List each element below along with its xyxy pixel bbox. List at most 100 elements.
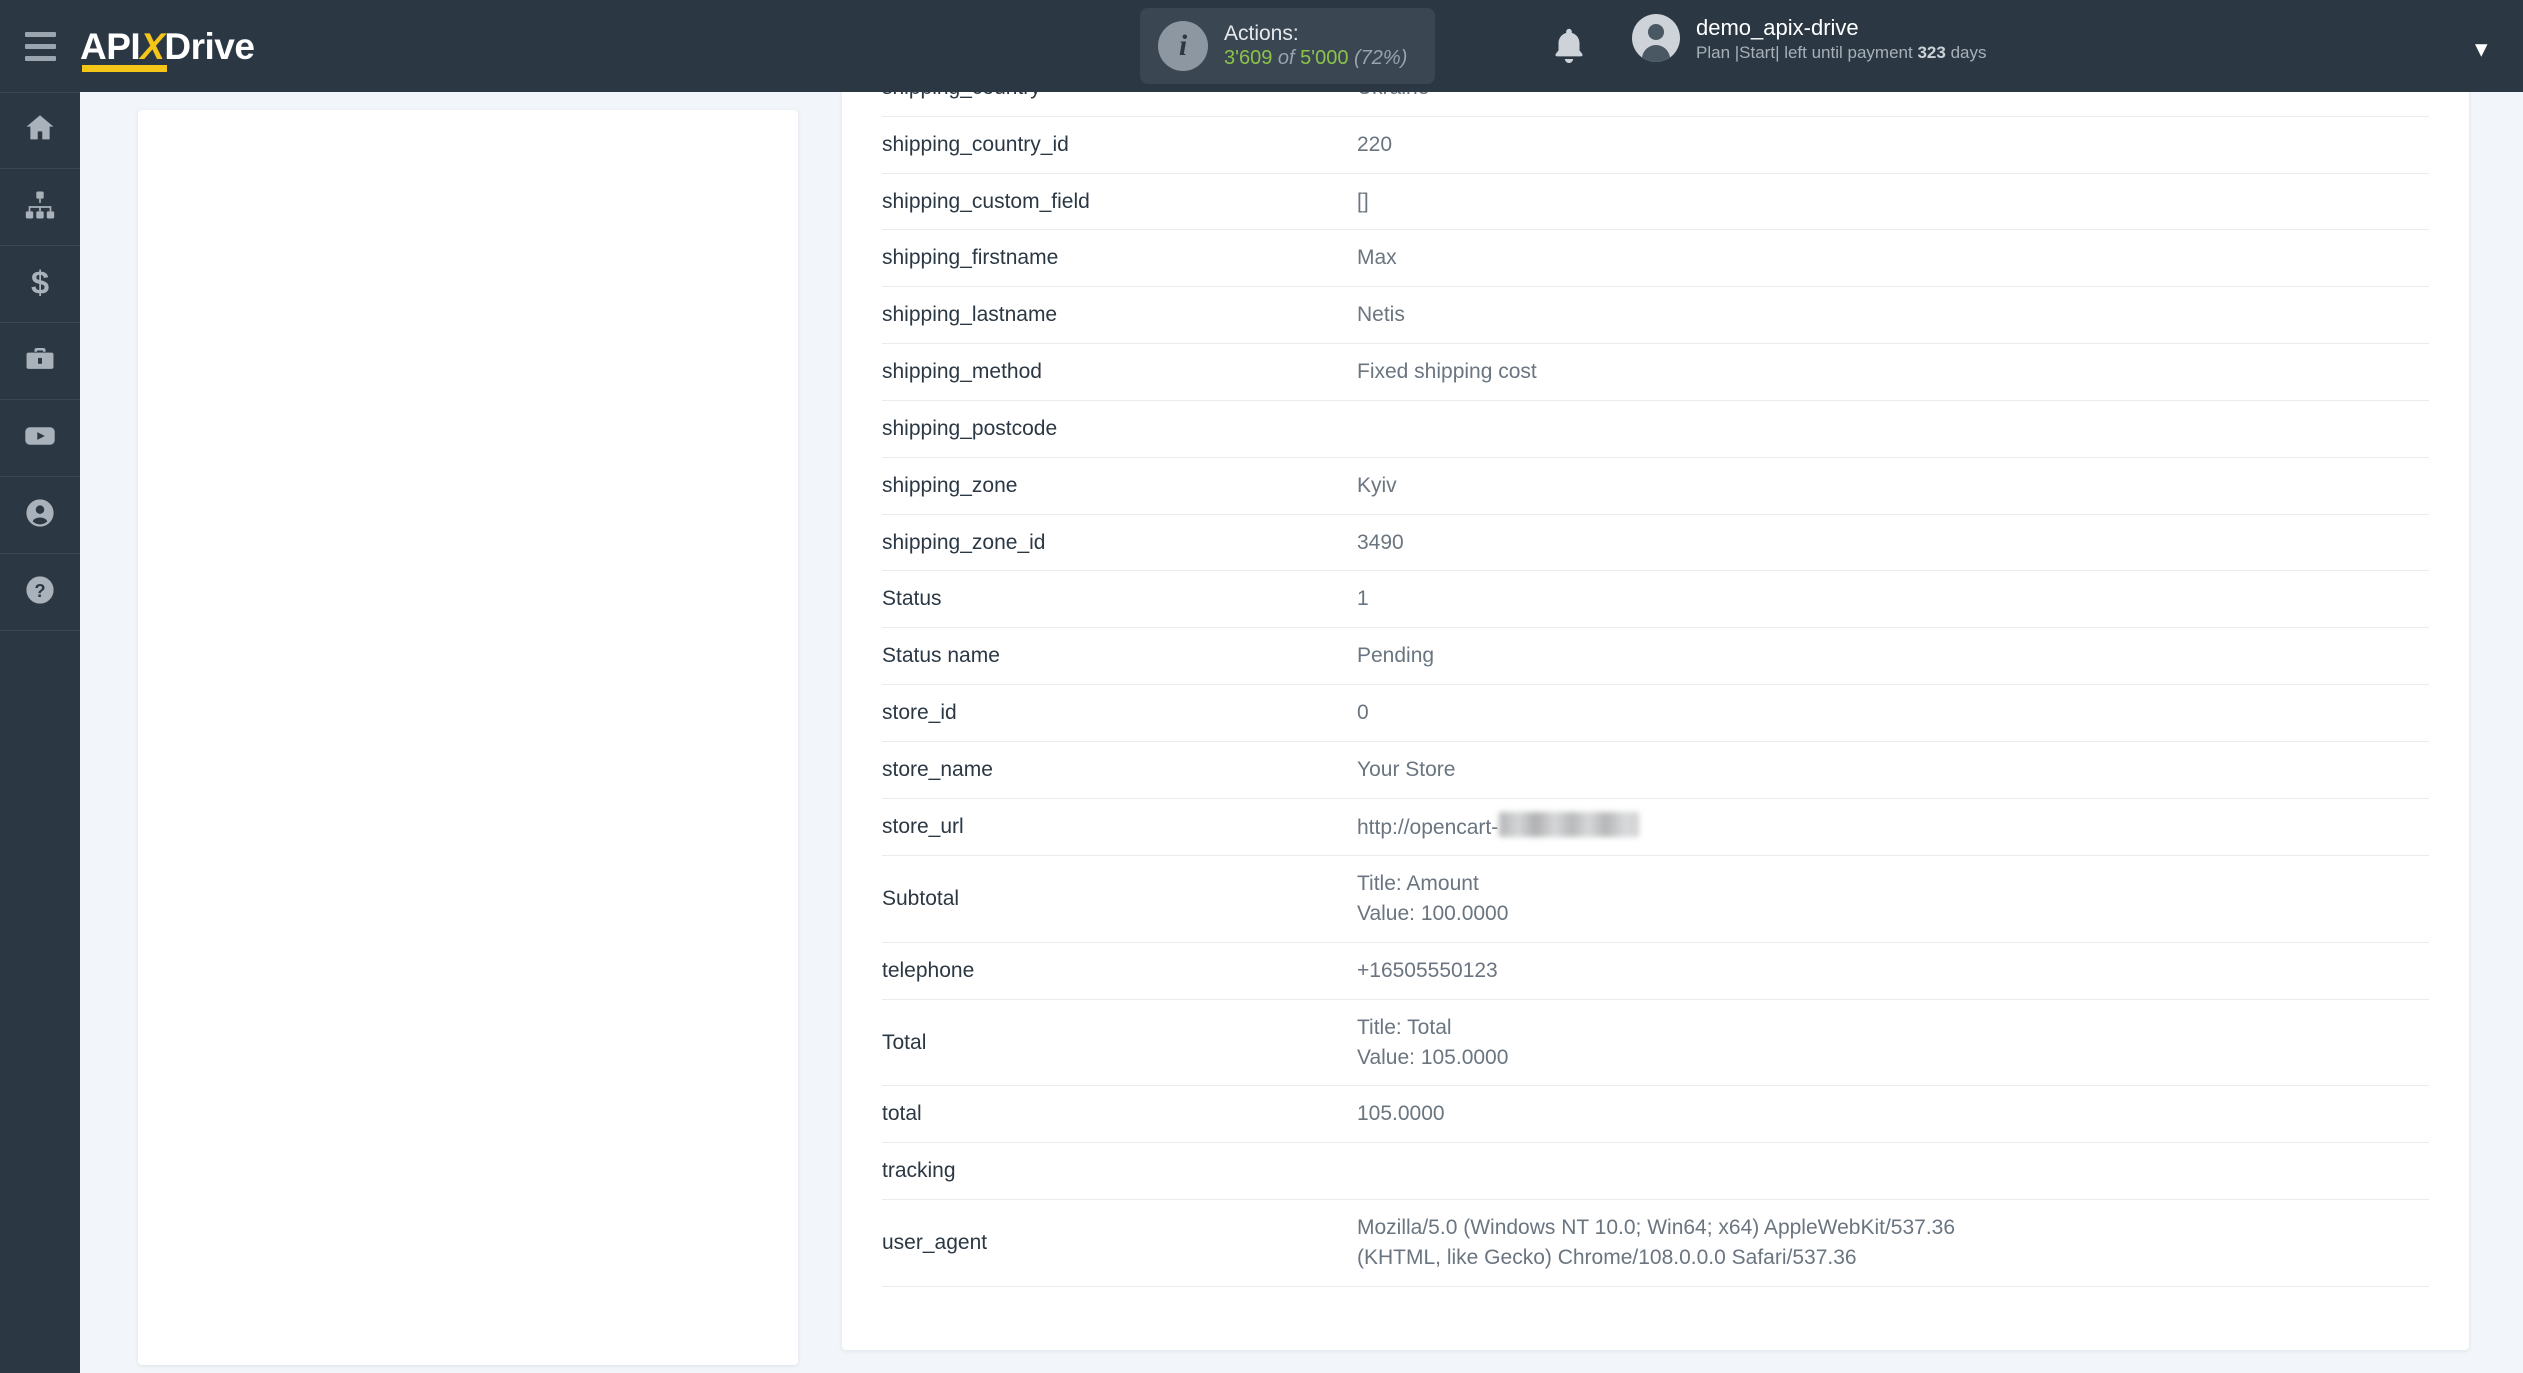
- field-value-cell: http://opencart-: [1357, 798, 2429, 856]
- field-value-cell: [1357, 1143, 2429, 1200]
- logo-drive-text: Drive: [164, 25, 255, 67]
- field-value-cell: 220: [1357, 116, 2429, 173]
- apix-drive-logo[interactable]: APIXDrive: [80, 0, 274, 92]
- data-fields-panel: shipping_countryUkraineshipping_country_…: [842, 60, 2469, 1350]
- sidebar-item-cases[interactable]: [0, 323, 80, 400]
- svg-text:$: $: [31, 265, 49, 299]
- field-name-cell: telephone: [882, 959, 975, 982]
- field-value-cell: 3490: [1357, 514, 2429, 571]
- table-row: shipping_zone Kyiv: [882, 457, 2429, 514]
- actions-percent: (72%): [1354, 46, 1408, 69]
- field-value-line: Kyiv: [1357, 473, 1397, 497]
- sidebar-item-billing[interactable]: $: [0, 246, 80, 323]
- table-row: tracking: [882, 1143, 2429, 1200]
- sidebar-item-help[interactable]: ?: [0, 554, 80, 631]
- bell-icon[interactable]: [1548, 24, 1590, 73]
- field-name-cell: shipping_method: [882, 360, 1042, 384]
- field-value-line: http://opencart-: [1357, 811, 2429, 843]
- field-value-line: +16505550123: [1357, 959, 1498, 982]
- field-value-cell: 105.0000: [1357, 1086, 2429, 1143]
- field-name-cell: user_agent: [882, 1230, 988, 1254]
- field-value-cell: Max: [1357, 230, 2429, 287]
- sidebar-item-profile[interactable]: [0, 477, 80, 554]
- test-data-table: shipping_countryUkraineshipping_country_…: [882, 60, 2429, 1287]
- field-value-line: Title: Total: [1357, 1015, 1452, 1039]
- field-value-line: Your Store: [1357, 757, 1456, 781]
- logo-api-text: API: [80, 25, 141, 67]
- field-name-cell: store_id: [882, 700, 957, 724]
- table-row: Total Title: Total Value: 105.0000: [882, 999, 2429, 1086]
- hamburger-menu-icon[interactable]: [0, 0, 80, 92]
- field-value-line: []: [1357, 189, 1369, 213]
- actions-of-word: of: [1277, 46, 1295, 69]
- field-name-cell: shipping_postcode: [882, 416, 1058, 440]
- table-row: shipping_lastname Netis: [882, 287, 2429, 344]
- field-value-cell: Fixed shipping cost: [1357, 344, 2429, 401]
- field-value-line: Title: Amount: [1357, 872, 1479, 896]
- field-value-line: Max: [1357, 246, 1397, 270]
- sidebar-item-home[interactable]: [0, 92, 80, 169]
- field-value-cell: Pending: [1357, 628, 2429, 685]
- field-value-line: 220: [1357, 132, 1393, 156]
- user-avatar-icon: [1632, 14, 1680, 63]
- field-value-line: 3490: [1357, 530, 1404, 554]
- field-value-cell: Your Store: [1357, 741, 2429, 798]
- table-row: shipping_country_id 220: [882, 116, 2429, 174]
- question-circle-icon: ?: [23, 573, 57, 612]
- panel-inner: shipping_countryUkraineshipping_country_…: [842, 60, 2469, 1350]
- field-value-line: Mozilla/5.0 (Windows NT 10.0; Win64; x64…: [1357, 1216, 1956, 1240]
- table-row: Subtotal Title: Amount Value: 100.0000: [882, 856, 2429, 943]
- table-row: shipping_firstname Max: [882, 230, 2429, 287]
- hamburger-line: [24, 43, 56, 49]
- hamburger-line: [24, 55, 56, 61]
- panel-footer-controls: Edit Load test data from: [882, 1287, 2429, 1350]
- field-value-cell: Title: Amount Value: 100.0000: [1357, 856, 2429, 943]
- redacted-url-blur: [1499, 811, 1640, 837]
- table-row: shipping_zone_id 3490: [882, 514, 2429, 571]
- field-name-cell: Total: [882, 1030, 927, 1054]
- account-menu[interactable]: demo_apix-drive Plan |Start| left until …: [1632, 14, 1986, 63]
- plan-days-count: 323: [1917, 42, 1946, 62]
- briefcase-icon: [23, 342, 57, 381]
- field-name-cell: shipping_country_id: [882, 132, 1069, 156]
- field-value-cell: +16505550123: [1357, 943, 2429, 1000]
- table-row: user_agent Mozilla/5.0 (Windows NT 10.0; …: [882, 1200, 2429, 1287]
- table-row: shipping_method Fixed shipping cost: [882, 344, 2429, 401]
- field-value-line: Value: 100.0000: [1357, 902, 1509, 926]
- field-value-line: Pending: [1357, 644, 1435, 668]
- table-row: store_url http://opencart-: [882, 798, 2429, 856]
- sidebar-item-videos[interactable]: [0, 400, 80, 477]
- sitemap-icon: [23, 188, 57, 227]
- table-row: store_id 0: [882, 684, 2429, 742]
- actions-label: Actions:: [1224, 21, 1299, 45]
- field-value-cell: 0: [1357, 684, 2429, 741]
- account-username: demo_apix-drive: [1696, 15, 1859, 40]
- field-name-cell: total: [882, 1102, 922, 1126]
- test-data-table-body: shipping_countryUkraineshipping_country_…: [882, 60, 2429, 1287]
- field-value-line: Value: 105.0000: [1357, 1045, 1509, 1069]
- actions-usage: 3'609 of 5'000 (72%): [1224, 47, 1407, 71]
- logo-underline: [82, 65, 167, 72]
- sidebar-item-connections[interactable]: [0, 169, 80, 246]
- account-info: demo_apix-drive Plan |Start| left until …: [1696, 14, 1986, 63]
- field-name-cell: shipping_lastname: [882, 303, 1058, 327]
- chevron-down-icon[interactable]: ▾: [2475, 34, 2488, 64]
- field-value-line: (KHTML, like Gecko) Chrome/108.0.0.0 Saf…: [1357, 1245, 1857, 1269]
- logo-x-text: X: [140, 25, 165, 67]
- field-name-cell: store_url: [882, 815, 964, 839]
- left-panel-card: [138, 110, 798, 1365]
- field-name-cell: shipping_custom_field: [882, 189, 1090, 213]
- actions-counter[interactable]: i Actions: 3'609 of 5'000 (72%): [1140, 8, 1436, 84]
- field-value-line: Fixed shipping cost: [1357, 360, 1537, 384]
- field-value-cell: Title: Total Value: 105.0000: [1357, 999, 2429, 1086]
- youtube-icon: [22, 418, 58, 459]
- plan-suffix-text: days: [1950, 42, 1987, 62]
- table-row: telephone +16505550123: [882, 943, 2429, 1000]
- field-name-cell: shipping_firstname: [882, 246, 1059, 270]
- table-row: store_name Your Store: [882, 741, 2429, 799]
- plan-prefix-text: Plan |Start| left until payment: [1696, 42, 1913, 62]
- field-name-cell: Subtotal: [882, 887, 960, 911]
- table-row: shipping_postcode: [882, 400, 2429, 458]
- table-row: shipping_custom_field []: [882, 173, 2429, 230]
- hamburger-line: [24, 31, 56, 37]
